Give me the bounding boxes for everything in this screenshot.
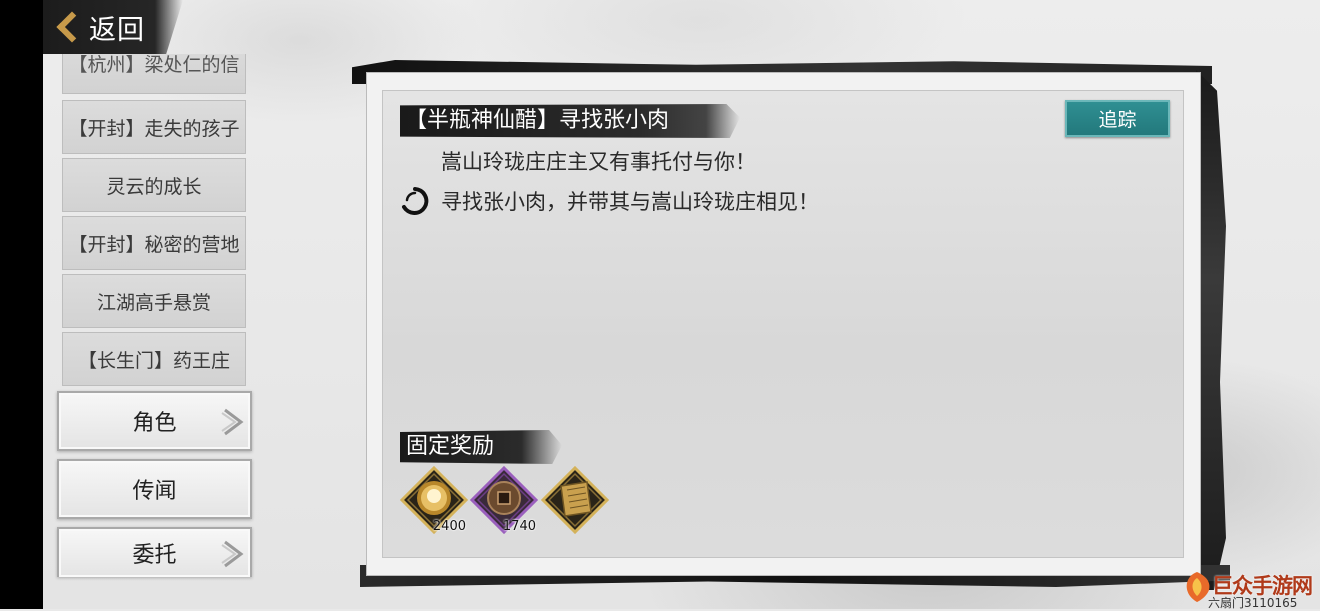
- quest-list[interactable]: 【杭州】梁处仁的信 【开封】走失的孩子 灵云的成长 【开封】秘密的营地 江湖高手…: [62, 54, 246, 388]
- reward-count: 2400: [432, 519, 466, 534]
- quest-title: 【半瓶神仙醋】寻找张小肉: [405, 108, 670, 133]
- back-label: 返回: [89, 14, 145, 46]
- quest-list-item[interactable]: 江湖高手悬赏: [62, 274, 246, 328]
- category-button-role[interactable]: 角色: [57, 391, 252, 451]
- category-button-rumor[interactable]: 传闻: [57, 459, 252, 519]
- chevron-right-icon: [221, 540, 244, 568]
- back-button[interactable]: 返回: [43, 0, 183, 54]
- scroll-book-icon: [541, 466, 609, 534]
- quest-list-item[interactable]: 灵云的成长: [62, 158, 246, 212]
- quest-description: 嵩山玲珑庄庄主又有事托付与你！: [441, 150, 756, 174]
- quest-list-item[interactable]: 【开封】走失的孩子: [62, 100, 246, 154]
- watermark: 巨众手游网 六扇门3110165: [1178, 568, 1320, 610]
- reward-item-gold[interactable]: 2400: [400, 466, 468, 534]
- category-button-commission[interactable]: 委托: [57, 527, 252, 577]
- quest-list-item[interactable]: 【开封】秘密的营地: [62, 216, 246, 270]
- reward-count: 1740: [502, 519, 536, 534]
- watermark-subtitle: 六扇门3110165: [1208, 596, 1298, 610]
- quest-objective: 寻找张小肉，并带其与嵩山玲珑庄相见！: [441, 190, 819, 214]
- objective-progress-icon: [402, 187, 429, 215]
- reward-title: 固定奖励: [406, 434, 495, 459]
- chevron-right-icon: [221, 408, 244, 436]
- back-chevron-icon: [56, 11, 88, 43]
- track-button[interactable]: 追踪: [1065, 100, 1170, 137]
- quest-list-item[interactable]: 【长生门】药王庄: [62, 332, 246, 386]
- left-letterbox: [0, 0, 43, 609]
- quest-list-item[interactable]: 【杭州】梁处仁的信: [62, 54, 246, 94]
- reward-item-book[interactable]: [541, 466, 609, 534]
- reward-item-coin[interactable]: 1740: [470, 466, 538, 534]
